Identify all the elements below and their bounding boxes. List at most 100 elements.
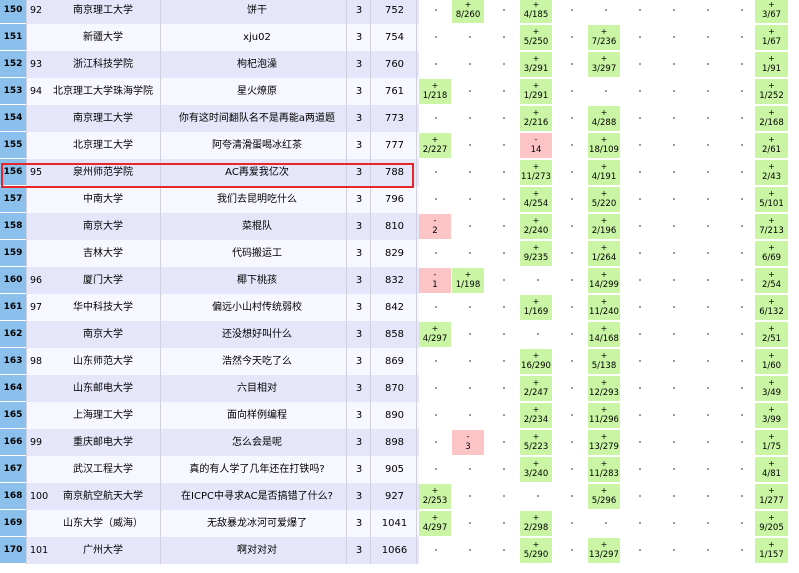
accepted-cell[interactable]: +2/253 bbox=[419, 484, 451, 509]
status-symbol: + bbox=[431, 135, 439, 144]
table-row[interactable]: 155 北京理工大学 阿夸清滑蛋喝冰红茶 3 777 +2/227-14 +18/109 +2… bbox=[0, 132, 799, 159]
accepted-cell[interactable]: +18/109 bbox=[588, 133, 620, 158]
accepted-cell[interactable]: +4/297 bbox=[419, 322, 451, 347]
accepted-cell[interactable]: +6/132 bbox=[755, 295, 788, 320]
table-row[interactable]: 169 山东大学（威海） 无敌暴龙冰河可爱爆了 3 1041 +4/297 +2/298 +9… bbox=[0, 510, 799, 537]
table-row[interactable]: 159 吉林大学 代码搬运工 3 829 +9/235 +1/264 +6/69 bbox=[0, 240, 799, 267]
solved-count-cell: 3 bbox=[355, 194, 363, 205]
team-name-cell: 啊对对对 bbox=[237, 545, 277, 556]
accepted-cell[interactable]: +1/91 bbox=[755, 52, 788, 77]
accepted-cell[interactable]: +2/168 bbox=[755, 106, 788, 131]
rejected-cell[interactable]: -1 bbox=[419, 268, 451, 293]
table-row[interactable]: 150 92 南京理工大学 饼干 3 752 +8/260 +4/185 +3/67 bbox=[0, 0, 799, 24]
table-row[interactable]: 168 100 南京航空航天大学 在ICPC中寻求AC是否搞错了什么? 3 927 +2/2… bbox=[0, 483, 799, 510]
table-row[interactable]: 167 武汉工程大学 真的有人学了几年还在打铁吗? 3 905 +3/240 +11/283… bbox=[0, 456, 799, 483]
accepted-cell[interactable]: +1/157 bbox=[755, 538, 788, 563]
accepted-cell[interactable]: +4/185 bbox=[520, 0, 552, 23]
table-row[interactable]: 156 95 泉州师范学院 AC再爱我亿次 3 788 +11/273 +4/191 +2/43 bbox=[0, 159, 799, 186]
accepted-cell[interactable]: +2/227 bbox=[419, 133, 451, 158]
accepted-cell[interactable]: +1/252 bbox=[755, 79, 788, 104]
accepted-cell[interactable]: +3/291 bbox=[520, 52, 552, 77]
accepted-cell[interactable]: +1/264 bbox=[588, 241, 620, 266]
accepted-cell[interactable]: +5/296 bbox=[588, 484, 620, 509]
table-row[interactable]: 161 97 华中科技大学 偏远小山村传统弱校 3 842 +1/169 +11/240 +6/… bbox=[0, 294, 799, 321]
accepted-cell[interactable]: +4/191 bbox=[588, 160, 620, 185]
attempt-value: 3/291 bbox=[523, 64, 549, 74]
accepted-cell[interactable]: +14/168 bbox=[588, 322, 620, 347]
empty-cell-dot bbox=[673, 225, 675, 227]
accepted-cell[interactable]: +2/234 bbox=[520, 403, 552, 428]
accepted-cell[interactable]: +1/75 bbox=[755, 430, 788, 455]
accepted-cell[interactable]: +4/288 bbox=[588, 106, 620, 131]
accepted-cell[interactable]: +11/240 bbox=[588, 295, 620, 320]
empty-cell-dot bbox=[639, 171, 641, 173]
table-row[interactable]: 151 新疆大学 xju02 3 754 +5/250 +7/236 +1/67 bbox=[0, 24, 799, 51]
status-symbol: + bbox=[600, 351, 608, 360]
accepted-cell[interactable]: +3/67 bbox=[755, 0, 788, 23]
accepted-cell[interactable]: +3/297 bbox=[588, 52, 620, 77]
accepted-cell[interactable]: +4/254 bbox=[520, 187, 552, 212]
accepted-cell[interactable]: +16/290 bbox=[520, 349, 552, 374]
accepted-cell[interactable]: +11/273 bbox=[520, 160, 552, 185]
table-row[interactable]: 162 南京大学 还没想好叫什么 3 858 +4/297 +14/168 +2/51 bbox=[0, 321, 799, 348]
table-row[interactable]: 154 南京理工大学 你有这时间翻队名不是再能a两道题 3 773 +2/216 +4/28… bbox=[0, 105, 799, 132]
accepted-cell[interactable]: +12/293 bbox=[588, 376, 620, 401]
accepted-cell[interactable]: +8/260 bbox=[452, 0, 484, 23]
accepted-cell[interactable]: +2/43 bbox=[755, 160, 788, 185]
accepted-cell[interactable]: +5/220 bbox=[588, 187, 620, 212]
table-row[interactable]: 166 99 重庆邮电大学 怎么会是呢 3 898-3 +5/223 +13/279 +1/75 bbox=[0, 429, 799, 456]
empty-cell-dot bbox=[639, 279, 641, 281]
table-row[interactable]: 160 96 厦门大学 椰下桃孩 3 832-1 +1/198 +14/299 +2/54 bbox=[0, 267, 799, 294]
accepted-cell[interactable]: +1/218 bbox=[419, 79, 451, 104]
accepted-cell[interactable]: +6/69 bbox=[755, 241, 788, 266]
accepted-cell[interactable]: +4/81 bbox=[755, 457, 788, 482]
accepted-cell[interactable]: +11/296 bbox=[588, 403, 620, 428]
accepted-cell[interactable]: +9/235 bbox=[520, 241, 552, 266]
column-divider bbox=[370, 159, 371, 186]
accepted-cell[interactable]: +2/54 bbox=[755, 268, 788, 293]
rank-cell: 154 bbox=[0, 105, 26, 132]
accepted-cell[interactable]: +2/240 bbox=[520, 214, 552, 239]
accepted-cell[interactable]: +7/213 bbox=[755, 214, 788, 239]
accepted-cell[interactable]: +3/49 bbox=[755, 376, 788, 401]
accepted-cell[interactable]: +5/290 bbox=[520, 538, 552, 563]
accepted-cell[interactable]: +5/138 bbox=[588, 349, 620, 374]
accepted-cell[interactable]: +9/205 bbox=[755, 511, 788, 536]
rejected-cell[interactable]: -3 bbox=[452, 430, 484, 455]
accepted-cell[interactable]: +4/297 bbox=[419, 511, 451, 536]
table-row[interactable]: 158 南京大学 菜棍队 3 810-2 +2/240 +2/196 +7/213 bbox=[0, 213, 799, 240]
accepted-cell[interactable]: +1/67 bbox=[755, 25, 788, 50]
accepted-cell[interactable]: +2/216 bbox=[520, 106, 552, 131]
rejected-cell[interactable]: -14 bbox=[520, 133, 552, 158]
rejected-cell[interactable]: -2 bbox=[419, 214, 451, 239]
table-row[interactable]: 153 94 北京理工大学珠海学院 星火燎原 3 761 +1/218 +1/291 +1/25… bbox=[0, 78, 799, 105]
table-row[interactable]: 164 山东邮电大学 六目相对 3 870 +2/247 +12/293 +3/49 bbox=[0, 375, 799, 402]
accepted-cell[interactable]: +13/279 bbox=[588, 430, 620, 455]
accepted-cell[interactable]: +1/169 bbox=[520, 295, 552, 320]
empty-cell-dot bbox=[639, 9, 641, 11]
accepted-cell[interactable]: +5/223 bbox=[520, 430, 552, 455]
table-row[interactable]: 165 上海理工大学 面向样例编程 3 890 +2/234 +11/296 +3/99 bbox=[0, 402, 799, 429]
accepted-cell[interactable]: +11/283 bbox=[588, 457, 620, 482]
accepted-cell[interactable]: +2/298 bbox=[520, 511, 552, 536]
accepted-cell[interactable]: +3/240 bbox=[520, 457, 552, 482]
table-row[interactable]: 170 101 广州大学 啊对对对 3 1066 +5/290 +13/297 +1/157 bbox=[0, 537, 799, 564]
accepted-cell[interactable]: +2/51 bbox=[755, 322, 788, 347]
accepted-cell[interactable]: +5/250 bbox=[520, 25, 552, 50]
accepted-cell[interactable]: +14/299 bbox=[588, 268, 620, 293]
accepted-cell[interactable]: +1/291 bbox=[520, 79, 552, 104]
table-row[interactable]: 152 93 浙江科技学院 枸杞泡澡 3 760 +3/291 +3/297 +1/91 bbox=[0, 51, 799, 78]
accepted-cell[interactable]: +2/61 bbox=[755, 133, 788, 158]
accepted-cell[interactable]: +3/99 bbox=[755, 403, 788, 428]
accepted-cell[interactable]: +5/101 bbox=[755, 187, 788, 212]
table-row[interactable]: 163 98 山东师范大学 浩然今天吃了么 3 869 +16/290 +5/138 +1/60 bbox=[0, 348, 799, 375]
accepted-cell[interactable]: +2/196 bbox=[588, 214, 620, 239]
empty-cell-dot bbox=[673, 333, 675, 335]
accepted-cell[interactable]: +2/247 bbox=[520, 376, 552, 401]
table-row[interactable]: 157 中南大学 我们去昆明吃什么 3 796 +4/254 +5/220 +5/101 bbox=[0, 186, 799, 213]
accepted-cell[interactable]: +1/198 bbox=[452, 268, 484, 293]
accepted-cell[interactable]: +7/236 bbox=[588, 25, 620, 50]
accepted-cell[interactable]: +1/277 bbox=[755, 484, 788, 509]
accepted-cell[interactable]: +1/60 bbox=[755, 349, 788, 374]
accepted-cell[interactable]: +13/297 bbox=[588, 538, 620, 563]
